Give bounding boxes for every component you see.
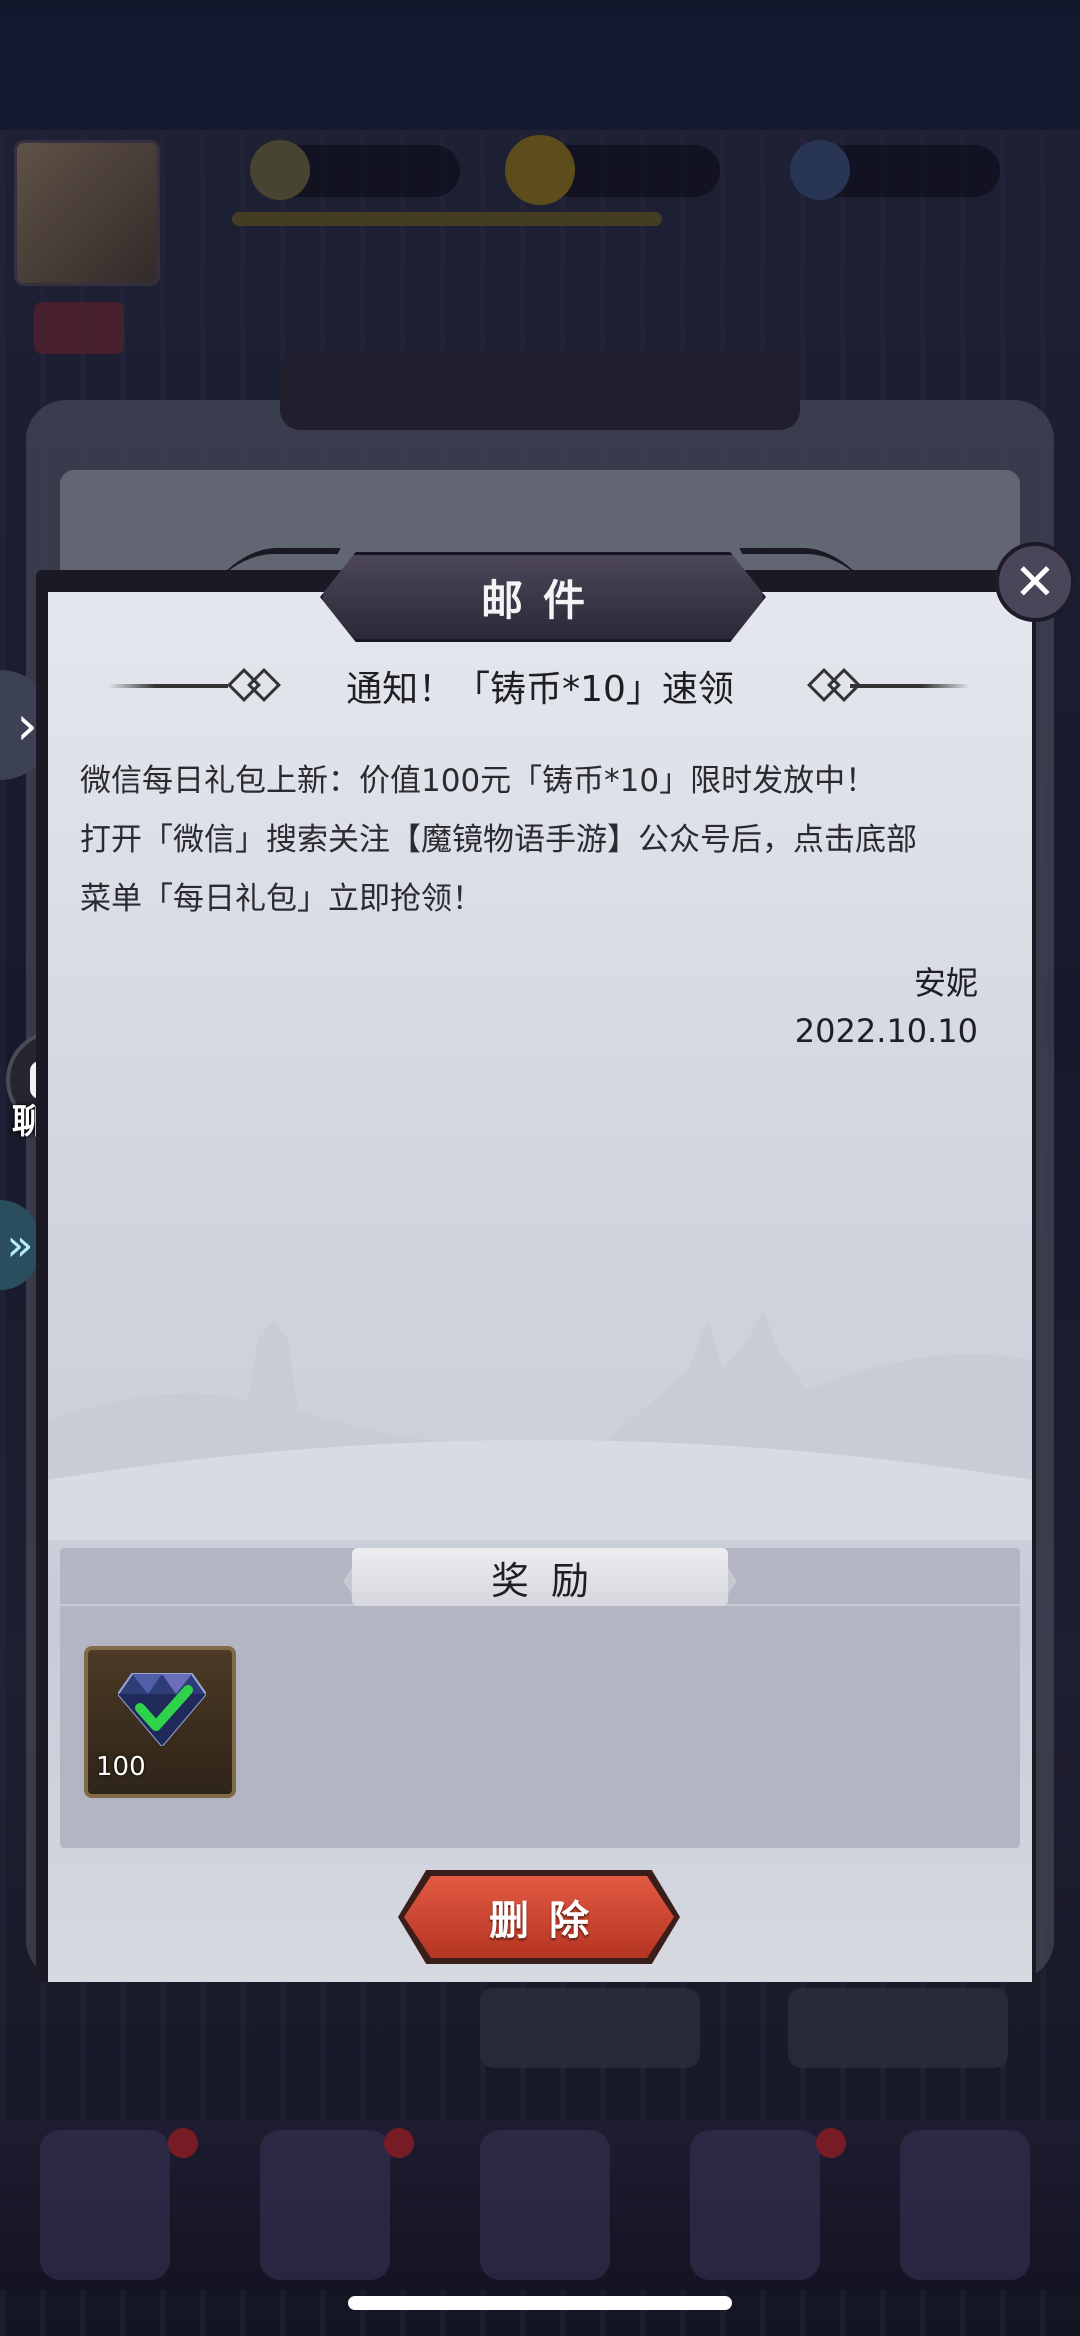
close-button[interactable]: ✕	[995, 542, 1075, 622]
home-indicator[interactable]	[348, 2296, 732, 2310]
delete-button[interactable]: 删除	[404, 1876, 674, 1958]
mail-body-line: 微信每日礼包上新：价值100元「铸币*10」限时发放中！	[80, 763, 877, 799]
double-chevron-right-icon: »	[6, 1219, 34, 1271]
mail-sender: 安妮	[913, 964, 978, 1002]
modal-title: 邮件	[480, 575, 605, 625]
mail-date: 2022.10.10	[794, 1012, 978, 1050]
diamond-checkmark-icon	[118, 1673, 206, 1746]
mail-body: 微信每日礼包上新：价值100元「铸币*10」限时发放中！ 打开「微信」搜索关注【…	[80, 752, 1000, 929]
modal-title-plate: 邮件	[320, 552, 766, 642]
rewards-title: 奖励	[490, 1558, 611, 1603]
delete-button-label: 删除	[489, 1897, 609, 1944]
close-icon: ✕	[1014, 553, 1056, 611]
reward-item-quantity: 100	[96, 1752, 146, 1782]
castle-decoration	[48, 1310, 1032, 1540]
mail-body-line: 打开「微信」搜索关注【魔镜物语手游】公众号后，点击底部	[80, 822, 917, 858]
mail-subject: 通知！「铸币*10」速领	[346, 669, 734, 710]
rewards-header: 奖励	[352, 1548, 728, 1606]
chevron-right-icon: ›	[16, 693, 38, 757]
mail-body-line: 菜单「每日礼包」立即抢领！	[80, 881, 483, 917]
